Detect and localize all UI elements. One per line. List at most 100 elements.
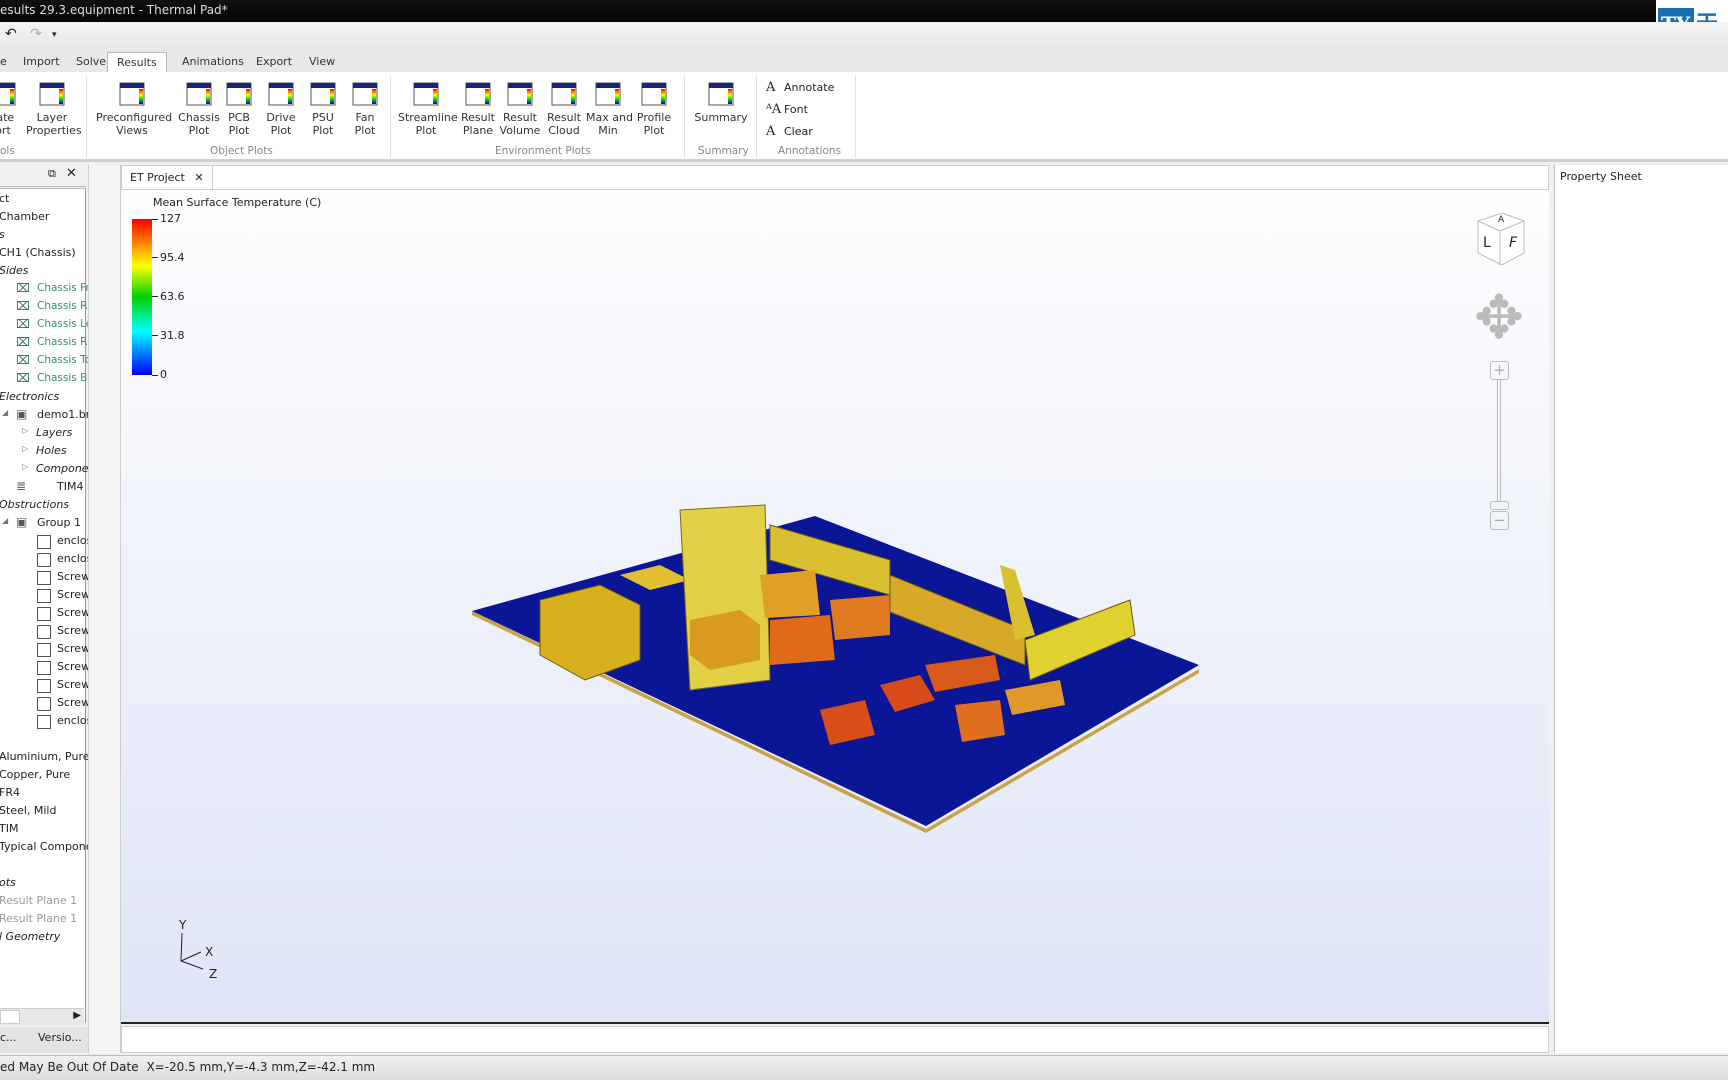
tree-item[interactable]: CH1 (Chassis) [0,246,76,259]
tree-item[interactable]: Steel, Mild [0,804,56,817]
summary-button[interactable]: Summary [694,80,748,124]
tab-export[interactable]: Export [256,55,292,68]
streamline-button[interactable]: Streamline Plot [398,80,458,137]
tree-item[interactable]: Chassis Fr [37,282,90,294]
result-plane-button[interactable]: Result Plane [456,80,500,137]
tree-item[interactable]: FR4 [0,786,20,799]
tree-item[interactable]: Layers [36,426,72,439]
pcb-plot-button[interactable]: PCB Plot [218,80,260,137]
checkbox[interactable] [37,571,51,585]
tree-item[interactable]: TIM [0,822,18,835]
tree-item[interactable]: Screw [57,570,90,583]
zoom-slider[interactable] [1497,380,1501,504]
chassis-plot-button[interactable]: Chassis Plot [178,80,220,137]
expand-icon[interactable]: ◢ [2,408,8,417]
tree-horizontal-scrollbar[interactable]: ▶ [0,1008,84,1025]
fan-plot-button[interactable]: Fan Plot [344,80,386,137]
tree-item[interactable]: Obstructions [0,498,69,511]
tree-item[interactable]: Chassis R [37,336,87,348]
tab-view[interactable]: View [309,55,335,68]
pan-control[interactable]: ✥ [1468,288,1530,352]
customize-dropdown-icon[interactable]: ▾ [52,30,57,40]
tree-item[interactable]: ots [0,876,16,889]
tree-item[interactable]: Group 1 [37,516,81,529]
checkbox[interactable] [37,625,51,639]
checkbox[interactable] [37,661,51,675]
scroll-right-icon[interactable]: ▶ [73,1010,81,1021]
zoom-slider-thumb[interactable] [1490,501,1509,510]
view-cube-top-face[interactable]: A [1498,215,1504,225]
preconfigured-views-button[interactable]: Preconfigured Views [96,80,172,137]
tree-item[interactable]: Holes [36,444,67,457]
tree-item[interactable]: Chassis R [37,300,87,312]
tree-item[interactable]: Screw [57,696,90,709]
checkbox[interactable] [37,553,51,567]
tree-item[interactable]: l Geometry [0,930,60,943]
left-tab[interactable]: c... [0,1031,17,1044]
tab-import[interactable]: Import [23,55,60,68]
tree-item[interactable]: Aluminium, Pure [0,750,90,763]
zoom-in-button[interactable]: + [1490,361,1509,380]
psu-plot-button[interactable]: PSU Plot [302,80,344,137]
max-min-button[interactable]: Max and Min [586,80,633,137]
report-button[interactable]: rate ort [0,80,28,137]
tree-item[interactable]: Chassis To [37,354,91,366]
tree-item[interactable]: Sides [0,264,29,277]
left-tab[interactable]: Versio... [38,1031,82,1044]
3d-viewport[interactable]: Mean Surface Temperature (C) 127 95.4 63.6… [121,190,1549,1024]
drive-plot-button[interactable]: Drive Plot [260,80,302,137]
checkbox[interactable] [37,589,51,603]
checkbox[interactable] [37,697,51,711]
annotate-button[interactable]: A Annotate [766,80,834,95]
result-volume-button[interactable]: Result Volume [498,80,542,137]
tree-item[interactable]: s [0,228,5,241]
tab-e[interactable]: e [0,55,7,68]
checkbox[interactable] [37,535,51,549]
tree-item[interactable]: Copper, Pure [0,768,70,781]
tree-item[interactable]: Componen [36,462,96,475]
tree-item[interactable]: TIM4 [57,480,83,493]
clear-button[interactable]: A Clear [766,124,813,139]
tab-results[interactable]: Results [107,52,167,74]
tree-item[interactable]: Chassis Bo [37,372,94,384]
tree-item[interactable]: Screw [57,606,90,619]
tree-item[interactable]: Electronics [0,390,59,403]
expand-icon[interactable]: ▷ [22,444,28,453]
tree-item[interactable]: Screw [57,660,90,673]
float-icon[interactable]: ⧉ [48,167,56,181]
chassis-plot-icon [184,80,214,108]
tree-item[interactable]: demo1.br [37,408,90,421]
checkbox[interactable] [37,715,51,729]
zoom-out-button[interactable]: − [1490,511,1509,530]
tree-item[interactable]: Chamber [0,210,49,223]
tab-animations[interactable]: Animations [182,55,244,68]
close-tab-icon[interactable]: ✕ [194,171,203,184]
expand-icon[interactable]: ◢ [2,516,8,525]
tree-item[interactable]: Typical Componen [0,840,99,853]
redo-icon[interactable]: ↷ [30,26,42,42]
checkbox[interactable] [37,607,51,621]
tree-item[interactable]: Result Plane 1 [0,894,77,907]
font-button[interactable]: ᴬA Font [766,102,808,117]
view-cube[interactable]: L F A [1472,212,1527,266]
result-cloud-button[interactable]: Result Cloud [542,80,586,137]
tree-item[interactable]: Screw [57,588,90,601]
tab-solve[interactable]: Solve [76,55,106,68]
tree-item[interactable]: Screw [57,624,90,637]
layer-properties-button[interactable]: Layer Properties [26,80,82,137]
tree-item[interactable]: ct [0,192,9,205]
expand-icon[interactable]: ▷ [22,462,28,471]
undo-icon[interactable]: ↶ [5,26,17,42]
close-icon[interactable]: ✕ [66,166,77,181]
profile-plot-button[interactable]: Profile Plot [632,80,676,137]
tree-item[interactable]: Result Plane 1 [0,912,77,925]
view-cube-left-face[interactable]: L [1483,235,1491,251]
tree-item[interactable]: Screw [57,678,90,691]
tree-item[interactable]: Screw [57,642,90,655]
expand-icon[interactable]: ▷ [22,426,28,435]
checkbox[interactable] [37,679,51,693]
view-cube-front-face[interactable]: F [1509,235,1517,251]
tree-item[interactable]: Chassis Le [37,318,92,330]
checkbox[interactable] [37,643,51,657]
tab-et-project[interactable]: ET Project ✕ [122,166,213,190]
